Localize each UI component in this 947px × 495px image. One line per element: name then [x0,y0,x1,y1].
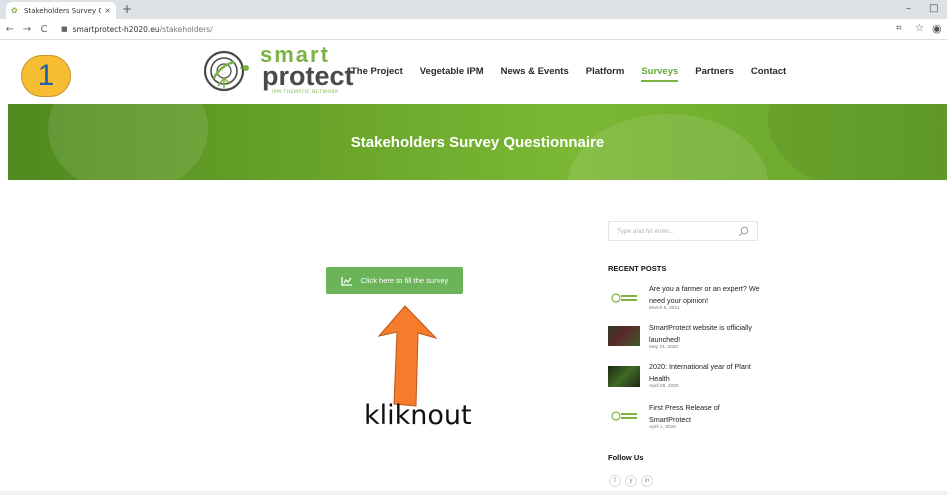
forward-button[interactable]: → [20,24,34,35]
search-input[interactable] [617,227,735,235]
recent-posts-heading: RECENT POSTS [608,264,667,273]
fill-survey-button[interactable]: Click here to fill the survey [326,267,463,294]
address-bar: ← → C ■ smartprotect-h2020.eu/stakeholde… [0,19,947,40]
url-path: /stakeholders/ [159,24,213,34]
translate-icon[interactable]: ⌗ [896,23,902,34]
restore-window-icon[interactable]: □ [929,3,938,15]
bookmark-star-icon[interactable]: ☆ [915,23,924,34]
site-favicon-icon: ✿ [11,6,18,15]
browser-tab[interactable]: ✿ Stakeholders Survey Questionnai × [6,2,116,19]
follow-us-heading: Follow Us [608,453,644,462]
nav-item-surveys[interactable]: Surveys [641,66,679,82]
nav-item-platform[interactable]: Platform [586,66,625,82]
logo-word-protect: protect [262,61,354,91]
search-box[interactable] [608,221,758,241]
main-navigation: The Project Vegetable IPM News & Events … [351,66,803,82]
mini-logo-icon [611,411,637,421]
nav-item-news-events[interactable]: News & Events [501,66,569,82]
post-date: April 1, 2020 [649,425,676,430]
chart-line-icon [341,276,352,286]
post-date: April 28, 2020 [649,384,679,389]
tab-close-icon[interactable]: × [104,6,111,15]
tab-title: Stakeholders Survey Questionnai [24,6,102,15]
hero-banner: Stakeholders Survey Questionnaire [8,104,947,180]
account-icon[interactable]: ◉ [932,22,942,35]
post-title[interactable]: First Press Release of SmartProtect [649,402,761,425]
post-thumbnail-photo [608,326,640,346]
logo-emblem-icon [203,50,249,92]
footer-divider [0,491,947,495]
linkedin-icon[interactable]: in [641,475,653,487]
nav-item-the-project[interactable]: The Project [351,66,403,82]
post-thumbnail-photo [608,366,640,387]
page-title: Stakeholders Survey Questionnaire [350,134,605,151]
post-thumbnail-logo [608,406,640,426]
post-date: March 8, 2021 [649,306,680,311]
post-thumbnail-logo [608,288,640,308]
url-field[interactable]: smartprotect-h2020.eu/stakeholders/ [73,25,213,34]
recent-post-1[interactable]: Are you a farmer or an expert? We need y… [608,283,760,317]
post-title[interactable]: Are you a farmer or an expert? We need y… [649,283,761,306]
twitter-icon[interactable]: y [625,475,637,487]
facebook-icon[interactable]: f [609,475,621,487]
post-title[interactable]: 2020: International year of Plant Health [649,361,761,384]
nav-item-contact[interactable]: Contact [751,66,786,82]
url-domain: smartprotect-h2020.eu [72,24,160,34]
back-button[interactable]: ← [3,24,17,35]
post-title[interactable]: SmartProtect website is officially launc… [649,322,761,345]
annotation-arrow-icon [377,305,438,407]
annotation-label: kliknout [364,400,472,431]
step-number: 1 [37,59,55,92]
fill-survey-label: Click here to fill the survey [360,276,449,285]
nav-item-vegetable-ipm[interactable]: Vegetable IPM [420,66,484,82]
search-icon[interactable] [738,226,749,237]
recent-post-3[interactable]: 2020: International year of Plant Health… [608,361,760,395]
browser-tab-bar: ✿ Stakeholders Survey Questionnai × + – … [0,0,947,19]
recent-post-4[interactable]: First Press Release of SmartProtect Apri… [608,402,760,436]
recent-post-2[interactable]: SmartProtect website is officially launc… [608,322,760,356]
step-badge: 1 [21,55,71,97]
new-tab-button[interactable]: + [122,2,132,17]
mini-logo-icon [611,293,637,303]
lock-icon[interactable]: ■ [61,25,68,33]
site-logo[interactable]: smart protect IPM THEMATIC NETWORK [200,44,354,98]
logo-subtitle: IPM THEMATIC NETWORK [272,90,339,95]
minimize-window-icon[interactable]: – [906,3,911,15]
nav-item-partners[interactable]: Partners [695,66,734,82]
post-date: May 21, 2020 [649,345,679,350]
reload-button[interactable]: C [37,24,51,35]
